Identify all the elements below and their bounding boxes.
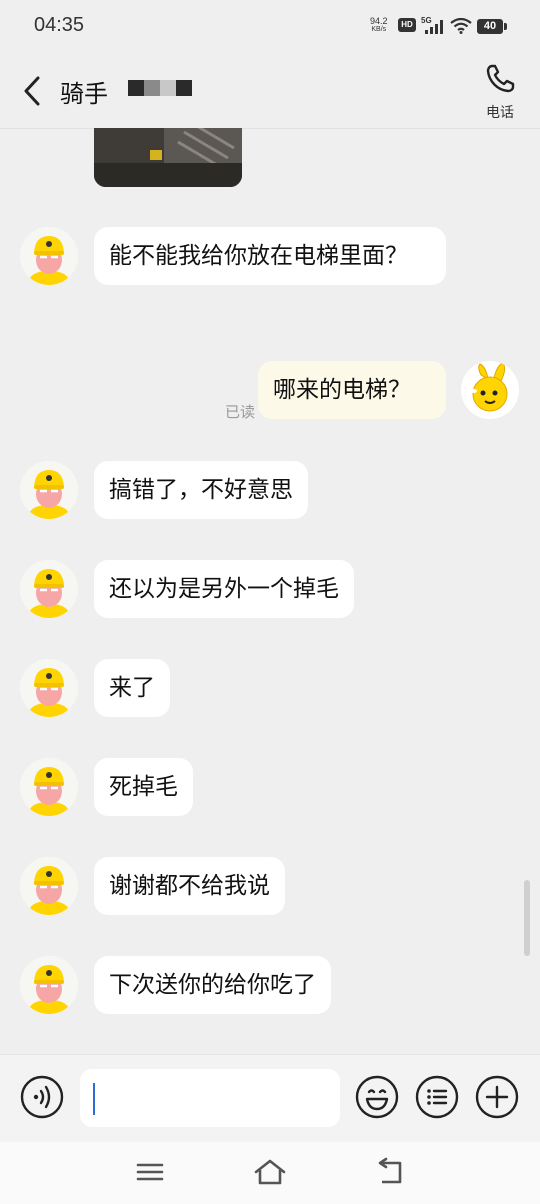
rider-avatar[interactable]	[20, 461, 78, 519]
redacted-name	[128, 80, 192, 96]
rider-avatar[interactable]	[20, 560, 78, 618]
message-text: 下次送你的给你吃了	[109, 972, 316, 998]
my-avatar[interactable]	[461, 361, 519, 419]
hd-badge: HD	[398, 18, 416, 32]
chat-header: 骑手 电话	[0, 54, 540, 129]
call-button[interactable]: 电话	[478, 62, 522, 122]
message-bubble[interactable]: 能不能我给你放在电梯里面？	[94, 227, 446, 285]
plus-icon[interactable]	[475, 1075, 519, 1119]
quick-reply-icon[interactable]	[415, 1075, 459, 1119]
net-speed: 94.2 KB/s	[370, 16, 388, 34]
message-list[interactable]: 能不能我给你放在电梯里面？ 已读 哪来的电梯？ 搞错了，不好意思 还以为是另外一…	[0, 128, 540, 1054]
signal-icon: 5G	[421, 16, 445, 40]
rider-avatar[interactable]	[20, 857, 78, 915]
message-text: 死掉毛	[109, 774, 178, 800]
message-bubble[interactable]: 搞错了，不好意思	[94, 461, 308, 519]
read-status: 已读	[225, 403, 256, 421]
emoji-icon[interactable]	[355, 1075, 399, 1119]
message-bubble[interactable]: 还以为是另外一个掉毛	[94, 560, 354, 618]
message-text: 来了	[109, 675, 155, 701]
input-bar	[0, 1054, 540, 1143]
system-nav-bar	[0, 1142, 540, 1204]
image-message[interactable]	[94, 128, 242, 187]
message-text: 谢谢都不给我说	[109, 873, 270, 899]
message-bubble[interactable]: 来了	[94, 659, 170, 717]
message-text: 搞错了，不好意思	[109, 477, 293, 503]
message-input[interactable]	[80, 1069, 340, 1127]
message-bubble[interactable]: 死掉毛	[94, 758, 193, 816]
status-time: 04:35	[34, 14, 85, 36]
net-speed-unit: KB/s	[371, 26, 387, 33]
message-bubble[interactable]: 下次送你的给你吃了	[94, 956, 331, 1014]
home-icon[interactable]	[252, 1156, 288, 1188]
signal-label: 5G	[421, 16, 432, 25]
back-icon[interactable]	[18, 74, 48, 108]
message-text: 能不能我给你放在电梯里面？	[109, 243, 408, 269]
message-text: 哪来的电梯？	[273, 377, 411, 403]
back-nav-icon[interactable]	[372, 1156, 408, 1188]
rider-avatar[interactable]	[20, 956, 78, 1014]
chat-scrollbar[interactable]	[524, 880, 530, 956]
rider-avatar[interactable]	[20, 758, 78, 816]
call-label: 电话	[486, 105, 514, 121]
net-speed-value: 94.2	[370, 16, 388, 26]
voice-icon[interactable]	[20, 1075, 64, 1119]
page-title: 骑手	[60, 80, 108, 108]
message-text: 还以为是另外一个掉毛	[109, 576, 339, 602]
message-bubble[interactable]: 谢谢都不给我说	[94, 857, 285, 915]
phone-icon	[486, 64, 515, 93]
status-bar: 04:35 94.2 KB/s HD 5G 40	[0, 0, 540, 54]
rider-avatar[interactable]	[20, 659, 78, 717]
rider-avatar[interactable]	[20, 227, 78, 285]
menu-icon[interactable]	[132, 1156, 168, 1188]
message-bubble-sent[interactable]: 哪来的电梯？	[258, 361, 446, 419]
battery-icon: 40	[477, 19, 507, 34]
text-cursor	[93, 1083, 95, 1115]
wifi-icon	[450, 18, 472, 34]
